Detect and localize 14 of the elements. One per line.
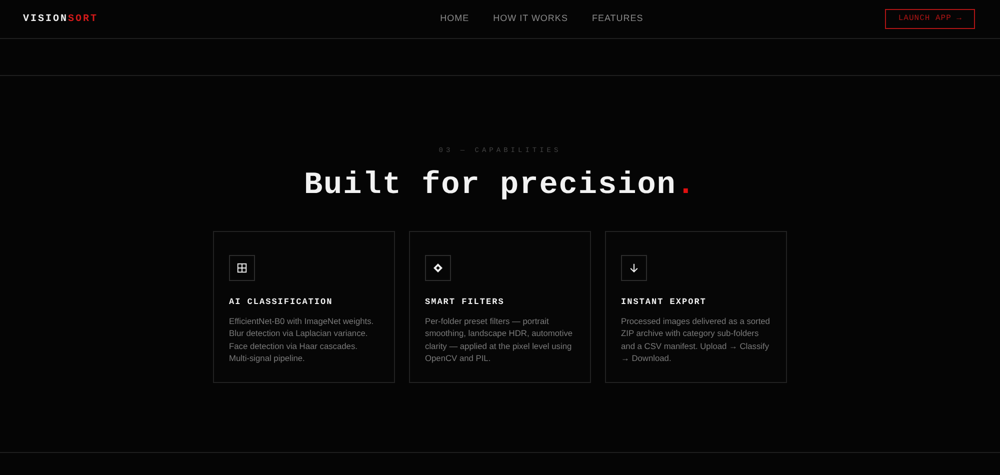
section-heading: Built for precision. (302, 166, 698, 204)
card-title: AI CLASSIFICATION (229, 296, 334, 309)
card-title: INSTANT EXPORT (621, 296, 708, 309)
nav-link[interactable]: HOW IT WORKS (493, 12, 568, 26)
card-description: Per-folder preset filters — portrait smoothing, landscape HDR, automotive clarity — applied at the pixel level using OpenCV and PIL. (425, 314, 574, 364)
arrow-down-icon (628, 262, 640, 274)
card-description: EfficientNet-B0 with ImageNet weights. Blur detection via Laplacian variance. Face detection via Haar cascades. Multi-signal pipeline. (229, 314, 375, 364)
card-title: SMART FILTERS (425, 296, 506, 309)
nav-link[interactable]: FEATURES (592, 12, 644, 26)
diamond-icon (432, 262, 444, 274)
card-description: Processed images delivered as a sorted ZIP archive with category sub-folders and a CSV manifest. Upload → Classify → Download. (621, 314, 771, 364)
logo[interactable]: VISIONSORT (23, 12, 98, 26)
nav-link[interactable]: HOME (440, 12, 470, 26)
grid-icon (236, 262, 248, 274)
